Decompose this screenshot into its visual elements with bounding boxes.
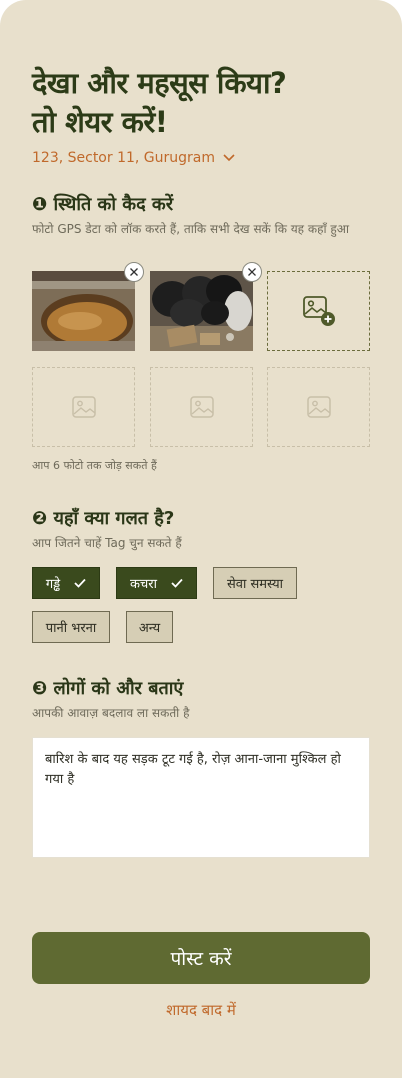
page-title-line2: तो शेयर करें! (32, 105, 168, 139)
empty-photo-slot[interactable] (32, 367, 135, 447)
remove-photo-button[interactable] (124, 262, 144, 282)
add-photo-button[interactable] (267, 271, 370, 351)
tag-chip-garbage[interactable]: कचरा (116, 567, 197, 599)
report-screen: देखा और महसूस किया? तो शेयर करें! 123, S… (0, 0, 402, 1078)
photo-limit-hint: आप 6 फोटो तक जोड़ सकते हैं (32, 459, 157, 472)
check-icon (74, 578, 86, 588)
close-icon (248, 268, 256, 276)
empty-photo-slot[interactable] (267, 367, 370, 447)
tag-chip-waterlogging[interactable]: पानी भरना (32, 611, 110, 643)
maybe-later-link[interactable]: शायद बाद में (0, 1000, 402, 1020)
chevron-down-icon (223, 154, 235, 162)
tag-chip-service-issue[interactable]: सेवा समस्या (213, 567, 297, 599)
add-image-icon (302, 296, 335, 326)
check-icon (171, 578, 183, 588)
page-title: देखा और महसूस किया? तो शेयर करें! (32, 64, 372, 142)
post-button[interactable]: पोस्ट करें (32, 932, 370, 984)
section-issue-subtitle: आप जितने चाहें Tag चुन सकते हैं (32, 536, 182, 550)
section-issue-title: ❷ यहाँ क्या गलत है? (32, 508, 175, 529)
description-textarea[interactable]: बारिश के बाद यह सड़क टूट गई है, रोज़ आना… (32, 737, 370, 858)
section-describe-subtitle: आपकी आवाज़ बदलाव ला सकती है (32, 706, 190, 720)
section-capture-title: ❶ स्थिति को कैद करें (32, 194, 174, 215)
image-placeholder-icon (306, 396, 331, 418)
tag-chip-potholes[interactable]: गड्ढे (32, 567, 100, 599)
empty-photo-slot[interactable] (150, 367, 253, 447)
tag-chip-label: पानी भरना (45, 621, 97, 636)
pothole-photo-icon (32, 271, 135, 351)
image-placeholder-icon (189, 396, 214, 418)
image-placeholder-icon (71, 396, 96, 418)
photo-thumbnail[interactable] (32, 262, 144, 351)
tag-chip-other[interactable]: अन्य (126, 611, 173, 643)
tag-chip-label: सेवा समस्या (226, 577, 284, 592)
section-capture-subtitle: फोटो GPS डेटा को लॉक करते हैं, ताकि सभी … (32, 222, 350, 236)
tag-chip-label: अन्य (138, 621, 161, 636)
photo-thumbnail[interactable] (150, 262, 262, 351)
close-icon (130, 268, 138, 276)
tag-chip-label: कचरा (130, 577, 157, 592)
section-describe-title: ❸ लोगों को और बताएं (32, 678, 184, 699)
location-text: 123, Sector 11, Gurugram (32, 150, 216, 166)
tag-chip-label: गड्ढे (45, 577, 61, 592)
remove-photo-button[interactable] (242, 262, 262, 282)
location-selector[interactable]: 123, Sector 11, Gurugram (32, 148, 235, 168)
page-title-line1: देखा और महसूस किया? (32, 66, 287, 100)
garbage-bags-photo-icon (150, 271, 253, 351)
